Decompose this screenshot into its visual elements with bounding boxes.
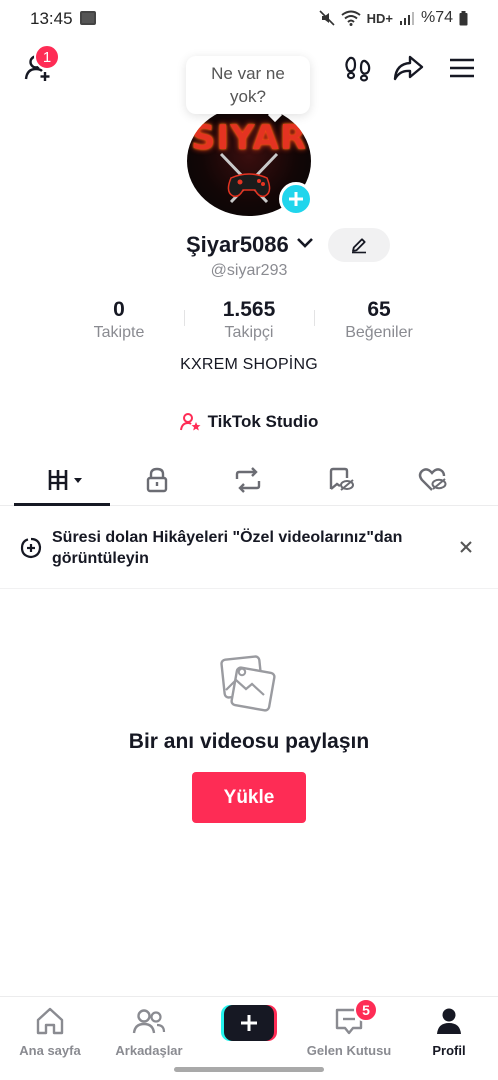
avatar-container[interactable]: SIYAR (187, 106, 313, 216)
status-indicators: HD+ %74 (319, 9, 468, 27)
edit-profile-button[interactable] (328, 228, 390, 262)
status-time: 13:45 (30, 9, 73, 28)
tab-reposts[interactable] (203, 454, 293, 506)
status-bar: 13:45 HD+ %74 (0, 0, 498, 38)
share-arrow-icon (393, 55, 424, 81)
username[interactable]: Şiyar5086 (186, 232, 289, 258)
nav-home-label: Ana sayfa (19, 1043, 81, 1058)
heart-hidden-icon (418, 468, 447, 491)
tab-private[interactable] (112, 454, 202, 506)
inbox-badge: 5 (354, 998, 378, 1022)
tab-liked[interactable] (388, 454, 478, 506)
nav-friends-label: Arkadaşlar (115, 1043, 183, 1058)
stat-following[interactable]: 0 Takipte (59, 298, 179, 342)
grid-icon (48, 470, 82, 490)
following-label: Takipte (93, 324, 145, 341)
stat-likes[interactable]: 65 Beğeniler (319, 298, 439, 342)
plus-icon (289, 192, 303, 206)
network-type: HD+ (366, 10, 393, 26)
battery-icon (459, 10, 468, 25)
notice-text: Süresi dolan Hikâyeleri "Özel videoların… (52, 529, 403, 567)
gallery-notification-icon (80, 11, 96, 25)
create-video-button[interactable] (221, 1005, 277, 1041)
active-tab-indicator (14, 503, 110, 506)
hamburger-menu-icon (450, 58, 474, 78)
notice-close-button[interactable] (456, 537, 476, 557)
friends-icon (132, 1009, 166, 1034)
tab-favorites[interactable] (296, 454, 386, 506)
empty-state-title: Bir anı videosu paylaşın (128, 730, 370, 753)
status-note-bubble[interactable]: Ne var ne yok? (186, 56, 310, 114)
bookmark-hidden-icon (329, 467, 354, 491)
nav-home[interactable]: Ana sayfa (5, 1005, 95, 1059)
profile-stats: 0 Takipte 1.565 Takipçi 65 Beğeniler (0, 298, 498, 348)
profile-visitors-button[interactable] (340, 50, 376, 86)
crossed-swords-gamepad-icon (219, 152, 279, 204)
story-plus-icon (20, 537, 42, 559)
plus-icon (241, 1015, 257, 1031)
stat-followers[interactable]: 1.565 Takipçi (189, 298, 309, 342)
likes-label: Beğeniler (345, 324, 413, 341)
nav-profile-label: Profil (432, 1043, 466, 1058)
creator-star-icon (179, 413, 201, 431)
stat-divider (314, 310, 315, 326)
nav-inbox[interactable]: Gelen Kutusu (304, 1005, 394, 1059)
home-icon (36, 1007, 64, 1035)
likes-count: 65 (367, 298, 391, 321)
nav-friends[interactable]: Arkadaşlar (104, 1005, 194, 1059)
profile-content-tabs (0, 454, 498, 506)
tiktok-studio-link[interactable]: TikTok Studio (0, 410, 498, 434)
battery-level: %74 (420, 9, 453, 26)
chevron-down-icon[interactable] (296, 236, 314, 250)
nav-inbox-label: Gelen Kutusu (306, 1043, 392, 1058)
following-count: 0 (113, 298, 125, 321)
share-profile-button[interactable] (390, 50, 426, 86)
friend-request-badge: 1 (34, 44, 60, 70)
user-handle: @siyar293 (210, 262, 288, 279)
photo-stack-icon (220, 655, 276, 712)
stat-divider (184, 310, 185, 326)
expired-stories-notice[interactable]: Süresi dolan Hikâyeleri "Özel videoların… (0, 507, 498, 589)
mute-icon (319, 10, 335, 26)
wifi-icon (340, 10, 361, 26)
pencil-icon (352, 238, 366, 254)
username-row: Şiyar5086 (0, 228, 498, 262)
add-story-button[interactable] (279, 182, 313, 216)
lock-icon (146, 467, 168, 493)
profile-bio: KXREM SHOPİNG (180, 356, 318, 373)
profile-icon (437, 1008, 461, 1034)
followers-count: 1.565 (222, 298, 276, 321)
footprints-icon (345, 56, 371, 82)
nav-profile[interactable]: Profil (404, 1005, 494, 1059)
signal-icon (399, 12, 414, 25)
tab-videos-grid[interactable] (22, 454, 112, 506)
menu-button[interactable] (444, 50, 480, 86)
home-indicator[interactable] (174, 1067, 324, 1072)
followers-label: Takipçi (224, 324, 274, 341)
close-icon (460, 541, 472, 553)
tiktok-studio-label: TikTok Studio (207, 412, 319, 431)
repost-icon (235, 467, 261, 493)
upload-button[interactable]: Yükle (192, 772, 306, 823)
